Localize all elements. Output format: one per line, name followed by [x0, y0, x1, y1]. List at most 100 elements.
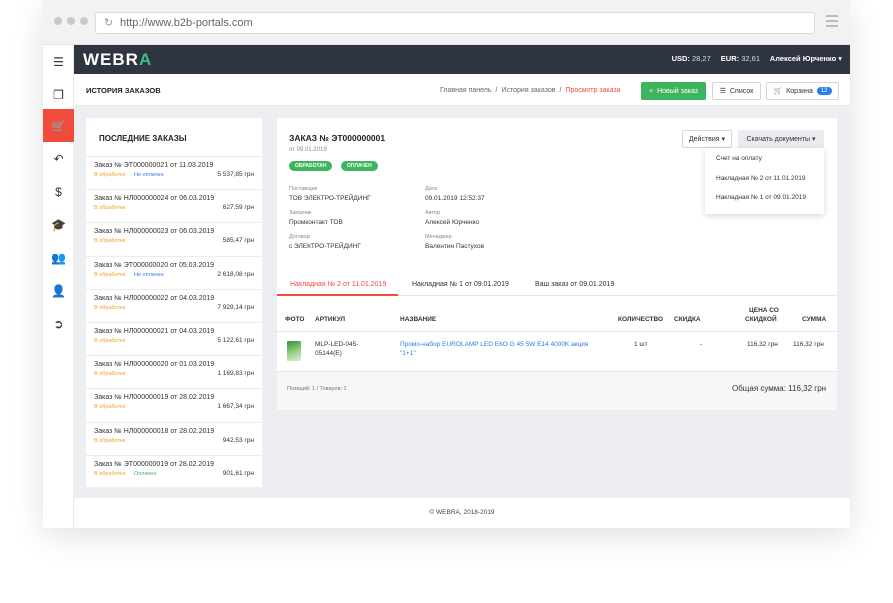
customer-label: Заказчик [289, 210, 312, 216]
order-title: ЗАКАЗ № ЭТ000000001 [289, 133, 386, 143]
row-quantity: 1 шт [634, 341, 648, 348]
order-status: В обработке [94, 404, 126, 411]
order-status: В обработке [94, 205, 126, 212]
supplier-value: ТОВ ЭЛЕКТРО-ТРЕЙДИНГ [289, 195, 371, 202]
currency-rates: USD: 28,27 EUR: 32,61 [671, 54, 760, 63]
order-status: В обработке [94, 338, 126, 344]
date-label: Дата [425, 186, 438, 192]
menu-icon[interactable]: ☰ [43, 45, 74, 78]
order-sum: 2 618,08 грн [217, 270, 254, 278]
browser-toolbar: ↻ http://www.b2b-portals.com [43, 0, 850, 45]
top-navbar: WEBRA USD: 28,27 EUR: 32,61 Алексей Юрче… [74, 45, 850, 74]
column-quantity: КОЛИЧЕСТВО [618, 316, 664, 323]
download-documents-menu: Счет на оплату Накладная № 2 от 11.01.20… [705, 148, 824, 214]
order-number: Заказ № НЛ000000023 от 06.03.2019 [94, 228, 215, 236]
product-link-line2[interactable]: "1+1" [400, 350, 416, 357]
list-item[interactable]: Заказ № НЛ000000024 от 06.03.2019 В обраб… [86, 189, 262, 214]
order-sum: 7 929,14 грн [217, 303, 254, 311]
breadcrumb-home[interactable]: Главная панель [440, 87, 492, 94]
list-item[interactable]: Заказ № НЛ000000023 от 06.03.2019 В обраб… [86, 222, 262, 247]
education-icon[interactable]: 🎓 [43, 208, 74, 241]
app-window: ↻ http://www.b2b-portals.com ☰ ❐ 🛒 ↶ $ 🎓… [43, 0, 850, 528]
new-order-button[interactable]: + Новый заказ [641, 82, 706, 100]
status-badge-paid: ОПЛАЧЕН [341, 161, 378, 171]
download-documents-button[interactable]: Скачать документы ▾ [738, 130, 824, 148]
list-button[interactable]: ☰ Список [712, 82, 761, 100]
order-status: В обработке [94, 371, 126, 378]
active-tab-indicator [277, 294, 398, 296]
column-discount: СКИДКА [674, 316, 701, 323]
list-item[interactable]: Заказ № НЛ000000021 от 04.03.2019 В обраб… [86, 322, 262, 347]
cart-icon: 🛒 [773, 88, 783, 95]
users-icon[interactable]: 👥 [43, 241, 74, 274]
breadcrumb-history[interactable]: История заказов [501, 87, 555, 94]
column-sum: СУММА [802, 316, 827, 323]
table-header: ФОТО АРТИКУЛ НАЗВАНИЕ КОЛИЧЕСТВО СКИДКА … [277, 307, 837, 332]
recent-orders-panel: ПОСЛЕДНИЕ ЗАКАЗЫ Заказ № ЭТ000000021 от … [86, 118, 262, 487]
table-footer: Позиций: 1 / Товаров: 1 Общая сумма: 116… [277, 372, 837, 410]
menu-item-waybill-2[interactable]: Накладная № 2 от 11.01.2019 [716, 175, 805, 182]
breadcrumb: Главная панель / История заказов / Просмот… [440, 87, 621, 94]
order-total: Общая сумма: 116,32 грн [732, 384, 827, 393]
payment-status: Не оплачен [134, 172, 164, 178]
tab-your-order[interactable]: Ваш заказ от 09.01.2019 [535, 281, 614, 288]
table-row: MLP-LED-045- 05144(E) Промо-набор EUROLA… [277, 332, 837, 372]
row-price: 116,32 грн [747, 341, 778, 348]
manager-label: Менеджер [425, 234, 452, 240]
order-sum: 1 667,34 грн [217, 403, 254, 411]
user-menu[interactable]: Алексей Юрченко ▾ [770, 54, 842, 63]
return-icon[interactable]: ↶ [43, 142, 74, 175]
order-number: Заказ № НЛ000000020 от 01.03.2019 [94, 361, 215, 369]
author-label: Автор [425, 210, 441, 216]
dollar-icon[interactable]: $ [43, 175, 74, 208]
product-photo[interactable] [287, 341, 301, 361]
order-status: В обработке [94, 470, 126, 477]
order-number: Заказ № ЭТ000000021 от 11.03.2019 [94, 162, 214, 169]
logo[interactable]: WEBRA [83, 50, 152, 70]
status-badge-processed: ОБРАБОТАН [289, 161, 333, 171]
product-link[interactable]: Промо-набор EUROLAMP LED ЕКО G 45 5W E14… [400, 341, 588, 348]
browser-menu-icon[interactable] [826, 15, 838, 30]
tab-waybill-1[interactable]: Накладная № 1 от 09.01.2019 [412, 281, 509, 288]
order-number: Заказ № ЭТ000000019 от 28.02.2019 [94, 460, 214, 468]
list-item[interactable]: Заказ № НЛ000000020 от 01.03.2019 В обраб… [86, 355, 262, 380]
manager-value: Валентин Пастухов [425, 243, 485, 250]
row-discount: - [700, 341, 703, 348]
plus-icon: + [649, 87, 654, 95]
reload-icon[interactable]: ↻ [104, 13, 113, 33]
column-article: АРТИКУЛ [315, 316, 346, 323]
list-item[interactable]: Заказ № ЭТ000000019 от 28.02.2019 В обраб… [86, 454, 262, 480]
list-item[interactable]: Заказ № ЭТ000000020 от 05.03.2019 В обраб… [86, 255, 262, 281]
order-status: В обработке [94, 172, 126, 178]
menu-item-waybill-1[interactable]: Накладная № 1 от 09.01.2019 [716, 194, 806, 201]
order-sum: 5 537,85 грн [217, 171, 254, 178]
user-settings-icon[interactable]: 👤 [43, 274, 74, 307]
tab-waybill-2[interactable]: Накладная № 2 от 11.01.2019 [290, 281, 386, 288]
cart-button[interactable]: 🛒 Корзина 12 [766, 82, 839, 100]
sidebar: ☰ ❐ 🛒 ↶ $ 🎓 👥 👤 ➲ [43, 45, 74, 528]
order-status: В обработке [94, 271, 126, 278]
address-bar[interactable]: ↻ http://www.b2b-portals.com [95, 12, 815, 34]
list-item[interactable]: Заказ № НЛ000000018 от 28.02.2019 В обраб… [86, 421, 262, 447]
order-sum: 942,53 грн [222, 436, 254, 444]
order-number: Заказ № ЭТ000000020 от 05.03.2019 [94, 261, 214, 269]
page-header: ИСТОРИЯ ЗАКАЗОВ Главная панель / История … [74, 74, 850, 106]
list-item[interactable]: Заказ № ЭТ000000021 от 11.03.2019 В обраб… [86, 156, 262, 181]
payment-status: Не оплачен [134, 271, 164, 278]
logout-icon[interactable]: ➲ [43, 307, 74, 340]
catalog-icon[interactable]: ❐ [43, 78, 74, 111]
order-sum: 627,59 грн [222, 204, 254, 212]
order-sum: 5 122,61 грн [217, 337, 254, 344]
order-sum: 1 169,83 грн [217, 370, 254, 378]
breadcrumb-current: Просмотр заказа [565, 87, 621, 94]
payment-status: Оплачен [134, 470, 157, 477]
menu-item-invoice[interactable]: Счет на оплату [716, 155, 762, 162]
list-item[interactable]: Заказ № НЛ000000019 от 28.02.2019 В обраб… [86, 388, 262, 413]
list-icon: ☰ [719, 88, 726, 95]
order-number: Заказ № НЛ000000019 от 28.02.2019 [94, 394, 215, 402]
main-content: ПОСЛЕДНИЕ ЗАКАЗЫ Заказ № ЭТ000000021 от … [74, 106, 850, 498]
list-item[interactable]: Заказ № НЛ000000022 от 04.03.2019 В обраб… [86, 288, 262, 314]
cart-icon[interactable]: 🛒 [43, 109, 74, 142]
actions-dropdown-button[interactable]: Действия ▾ [682, 130, 732, 148]
row-article-2: 05144(E) [315, 350, 342, 357]
